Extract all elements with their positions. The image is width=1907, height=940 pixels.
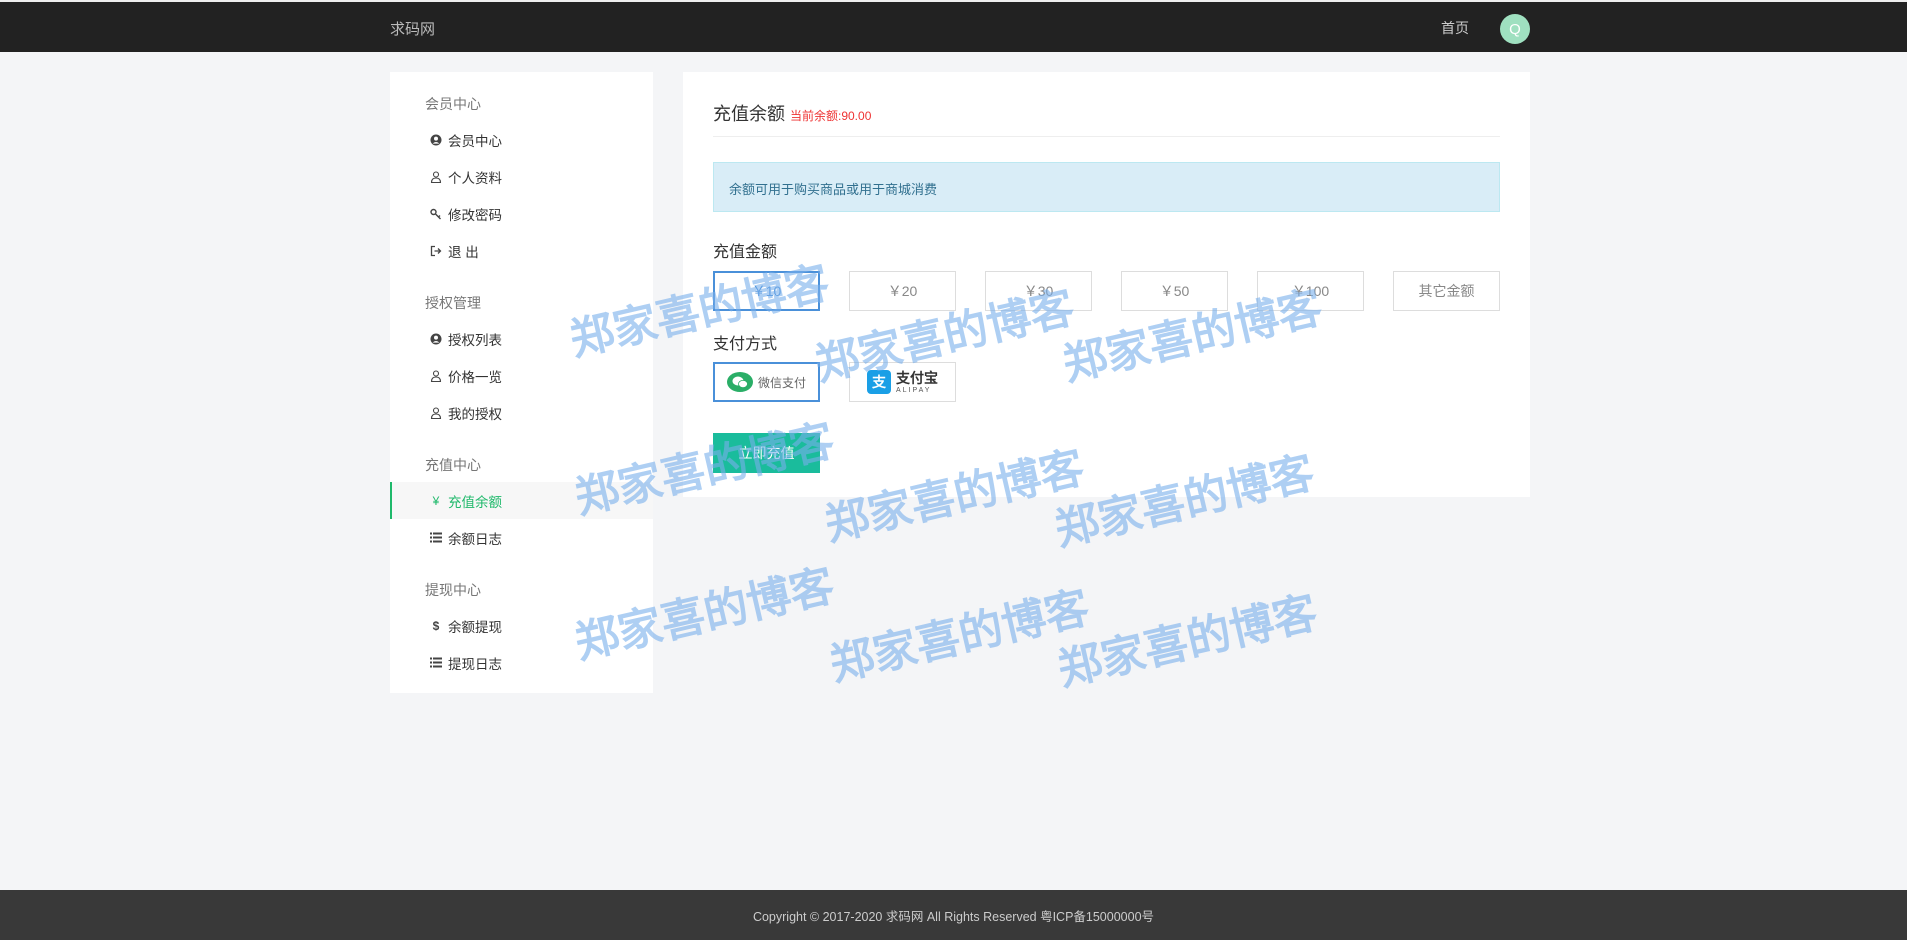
- amount-option-50[interactable]: ￥50: [1121, 271, 1228, 311]
- wechat-label: 微信支付: [757, 375, 806, 390]
- sign-out-icon: [428, 245, 444, 257]
- sidebar-item-change-password[interactable]: 修改密码: [390, 195, 653, 232]
- sidebar-item-withdraw[interactable]: $ 余额提现: [390, 607, 653, 644]
- sidebar: 会员中心 会员中心 个人资料 修改密码 退 出 授权管理 授权列表 价格一览 我…: [390, 72, 653, 693]
- user-icon: [428, 170, 444, 183]
- nav-home-link[interactable]: 首页: [1441, 18, 1469, 38]
- watermark: 郑家喜的博客: [1053, 587, 1322, 697]
- user-icon: [428, 369, 444, 382]
- sidebar-item-profile[interactable]: 个人资料: [390, 158, 653, 195]
- sidebar-item-balance-log[interactable]: 余额日志: [390, 519, 653, 556]
- alipay-label-en: ALIPAY: [896, 386, 932, 394]
- sidebar-item-label: 个人资料: [448, 170, 502, 186]
- sidebar-group-withdraw: 提现中心: [425, 582, 481, 598]
- dollar-icon: $: [432, 618, 440, 633]
- info-alert: 余额可用于购买商品或用于商城消费: [713, 162, 1500, 212]
- sidebar-item-label: 我的授权: [448, 406, 502, 422]
- pay-wechat-button[interactable]: 微信支付: [713, 362, 820, 402]
- amount-option-10[interactable]: ￥10: [713, 271, 820, 311]
- sidebar-item-withdraw-log[interactable]: 提现日志: [390, 644, 653, 681]
- amount-option-30[interactable]: ￥30: [985, 271, 1092, 311]
- title-divider: [713, 136, 1500, 137]
- footer-copyright: Copyright © 2017-2020 求码网 All Rights Res…: [0, 890, 1907, 940]
- alipay-label-cn: 支付宝: [896, 369, 938, 386]
- user-icon: [428, 406, 444, 419]
- sidebar-item-my-license[interactable]: 我的授权: [390, 394, 653, 431]
- sidebar-item-price-list[interactable]: 价格一览: [390, 357, 653, 394]
- sidebar-item-logout[interactable]: 退 出: [390, 232, 653, 269]
- recharge-panel: 充值余额 当前余额:90.00 余额可用于购买商品或用于商城消费 充值金额 ￥1…: [683, 72, 1530, 497]
- sidebar-item-label: 授权列表: [448, 332, 502, 348]
- sidebar-item-license-list[interactable]: 授权列表: [390, 320, 653, 357]
- list-icon: [428, 657, 444, 668]
- sidebar-item-label: 充值余额: [448, 494, 502, 510]
- page-title: 充值余额: [713, 104, 785, 124]
- submit-recharge-button[interactable]: 立即充值: [713, 433, 820, 473]
- amount-option-20[interactable]: ￥20: [849, 271, 956, 311]
- alipay-icon: 支: [867, 370, 891, 394]
- sidebar-item-recharge[interactable]: ¥ 充值余额: [390, 482, 653, 519]
- sidebar-item-label: 价格一览: [448, 369, 502, 385]
- wechat-icon: [726, 372, 753, 392]
- sidebar-item-label: 余额日志: [448, 531, 502, 547]
- sidebar-item-label: 修改密码: [448, 207, 502, 223]
- yen-icon: ¥: [432, 493, 440, 508]
- user-circle-icon: [428, 134, 444, 146]
- user-circle-icon: [428, 333, 444, 345]
- sidebar-group-member: 会员中心: [425, 96, 481, 112]
- sidebar-item-label: 提现日志: [448, 656, 502, 672]
- avatar[interactable]: Q: [1500, 14, 1530, 44]
- amount-option-100[interactable]: ￥100: [1257, 271, 1364, 311]
- current-balance: 当前余额:90.00: [790, 109, 872, 123]
- top-navbar: 求码网 首页 Q: [0, 0, 1907, 52]
- sidebar-item-label: 会员中心: [448, 133, 502, 149]
- amount-option-other[interactable]: 其它金额: [1393, 271, 1500, 311]
- sidebar-item-label: 余额提现: [448, 619, 502, 635]
- brand-logo[interactable]: 求码网: [390, 18, 435, 39]
- watermark: 郑家喜的博客: [825, 582, 1094, 692]
- sidebar-group-license: 授权管理: [425, 295, 481, 311]
- amount-label: 充值金额: [713, 244, 778, 261]
- list-icon: [428, 532, 444, 543]
- pay-alipay-button[interactable]: 支 支付宝 ALIPAY: [849, 362, 956, 402]
- key-icon: [428, 208, 444, 220]
- sidebar-item-label: 退 出: [448, 244, 479, 260]
- payment-label: 支付方式: [713, 336, 778, 353]
- alipay-wordmark: 支付宝 ALIPAY: [896, 371, 938, 394]
- sidebar-group-recharge: 充值中心: [425, 457, 481, 473]
- sidebar-item-member-center[interactable]: 会员中心: [390, 121, 653, 158]
